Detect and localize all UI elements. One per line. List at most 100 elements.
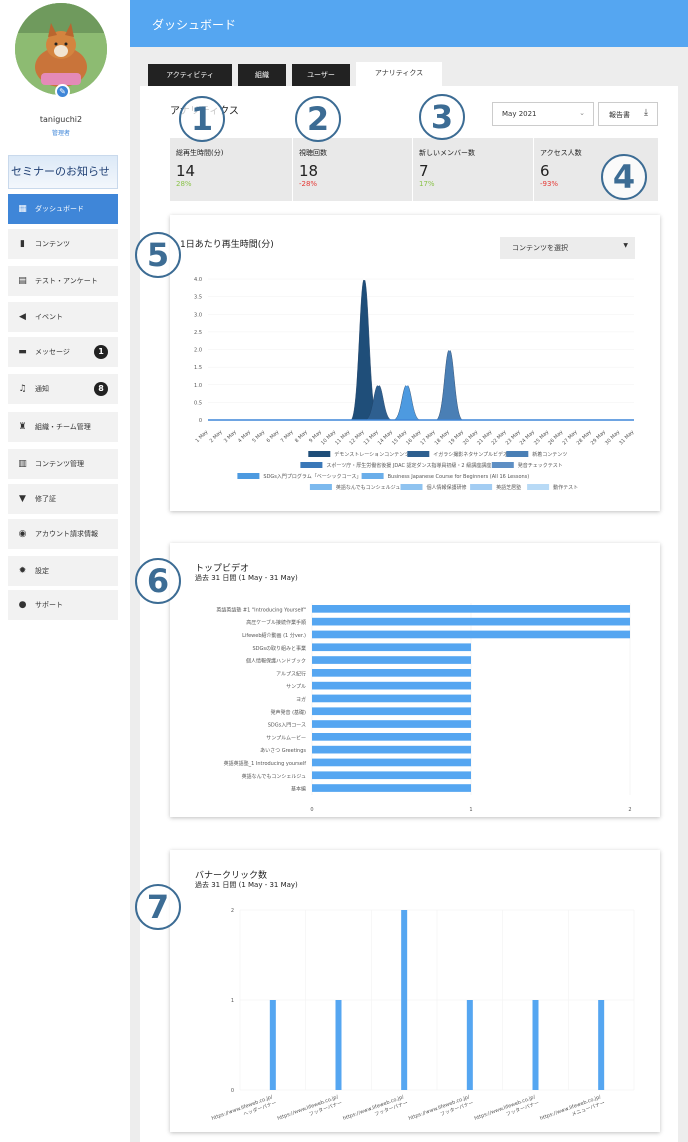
book-icon: ▮	[20, 239, 25, 249]
category-label: アルプス紀行	[276, 670, 306, 677]
sidebar-item-content-management[interactable]: ▥ コンテンツ管理	[8, 449, 118, 479]
legend-label: イガラシ撮影ネタサンプルビデオ	[433, 451, 508, 458]
avatar[interactable]	[15, 3, 107, 95]
annotation-marker: 2	[295, 96, 341, 142]
y-tick-label: 0	[231, 1088, 234, 1094]
megaphone-icon: ◀	[19, 312, 26, 322]
category-label: 英語英語塾 #1 "Introducing Yourself"	[216, 606, 306, 613]
tab-users[interactable]: ユーザー	[292, 64, 350, 86]
category-label: 個人情報保護ハンドブック	[246, 658, 306, 665]
test-icon: ▤	[18, 276, 27, 286]
notification-badge: 1	[94, 345, 108, 359]
sidebar-item-notification[interactable]: ♫ 通知 8	[8, 374, 118, 404]
sidebar-item-label: テスト・アンケート	[35, 277, 98, 285]
tab-organization[interactable]: 組織	[238, 64, 286, 86]
user-name: taniguchi2	[39, 115, 83, 124]
sidebar-item-org-team[interactable]: ♜ 組織・チーム管理	[8, 412, 118, 442]
bar	[312, 720, 471, 728]
people-icon: ♜	[18, 422, 27, 432]
sidebar-item-contents[interactable]: ▮ コンテンツ	[8, 229, 118, 259]
stat-change: 17%	[419, 180, 435, 188]
report-button[interactable]: 報告書 ⤓	[598, 102, 658, 126]
legend-label: 動作テスト	[553, 484, 578, 491]
bar	[312, 733, 471, 741]
sidebar-item-label: 通知	[35, 385, 49, 393]
stat-change: -93%	[540, 180, 559, 188]
category-label: 英語英語塾_1 Introducing yourself	[224, 760, 307, 767]
legend-swatch	[506, 451, 529, 457]
y-tick-label: 2.5	[194, 330, 202, 336]
sidebar-item-settings[interactable]: ✹ 設定	[8, 556, 118, 586]
y-tick-label: 2.0	[194, 348, 202, 354]
stat-label: 総再生時間(分)	[176, 149, 224, 157]
download-icon: ⤓	[644, 108, 648, 118]
stat-value: 14	[176, 162, 196, 180]
sidebar-item-event[interactable]: ◀ イベント	[8, 302, 118, 332]
tab-analytics[interactable]: アナリティクス	[356, 62, 442, 86]
sidebar-item-dashboard[interactable]: ▦ ダッシュボード	[8, 194, 118, 224]
dashboard-icon: ▦	[18, 204, 27, 214]
tab-activity-label: アクティビティ	[166, 71, 214, 79]
bar	[598, 1000, 605, 1090]
tab-users-label: ユーザー	[307, 71, 335, 79]
sidebar-item-support[interactable]: ● サポート	[8, 590, 118, 620]
y-tick-label: 0.5	[194, 400, 202, 406]
bar	[312, 605, 630, 613]
seminar-banner[interactable]: セミナーのお知らせ	[8, 155, 118, 189]
legend-label: 英語芝居塾	[496, 484, 521, 491]
legend-swatch	[237, 473, 260, 479]
x-tick-label: 31 May	[618, 429, 635, 446]
sidebar-item-label: 設定	[35, 567, 49, 575]
y-tick-label: 1.0	[194, 383, 202, 389]
tab-activity[interactable]: アクティビティ	[148, 64, 232, 86]
sidebar-item-billing[interactable]: ◉ アカウント請求情報	[8, 519, 118, 549]
y-tick-label: 3.5	[194, 295, 202, 301]
annotation-marker: 3	[419, 94, 465, 140]
legend-label: SDGs入門プログラム「ベーシックコース」	[263, 473, 361, 480]
legend-label: 個人情報保護研修	[427, 484, 467, 491]
y-tick-label: 2	[231, 908, 234, 914]
sidebar-item-label: メッセージ	[35, 348, 70, 356]
data-point	[377, 383, 380, 386]
category-label: SDGs入門コース	[268, 723, 306, 729]
month-select[interactable]: May 2021 ⌄	[492, 102, 594, 126]
legend-swatch	[470, 484, 493, 490]
bar	[312, 694, 471, 703]
user-role: 管理者	[51, 130, 70, 137]
sidebar-item-label: アカウント請求情報	[35, 530, 98, 538]
category-label: 英語なんでもコンシェルジュ	[242, 773, 306, 780]
month-select-value: May 2021	[502, 110, 537, 118]
y-tick-label: 1.5	[194, 365, 202, 371]
annotation-marker: 5	[135, 232, 181, 278]
legend-label: 英語なんでもコンシェルジュ	[336, 484, 400, 491]
sidebar-item-test-survey[interactable]: ▤ テスト・アンケート	[8, 266, 118, 296]
x-tick-label: 8 May	[294, 429, 309, 444]
category-label: サンプルムービー	[266, 734, 306, 741]
banner-clicks-chart: 012https://www.lifeweb.co.jp/ヘッダーバナー http…	[211, 908, 635, 1122]
daily-watch-time-chart: 0 0.5 1.0 1.5 2.0 2.5 3.0 3.5 4.0 1 May 2 May 3 May…	[194, 277, 635, 491]
x-tick-label: 2 May	[209, 429, 224, 444]
sidebar-item-label: 修了証	[35, 495, 56, 503]
stat-change: 28%	[176, 180, 192, 188]
legend-swatch	[308, 451, 331, 457]
x-tick-label: 1 May	[194, 429, 209, 444]
bar	[312, 707, 471, 716]
stat-change: -28%	[299, 180, 318, 188]
sidebar-item-certificate[interactable]: ▼ 修了証	[8, 484, 118, 514]
legend-label: 新着コンテンツ	[532, 451, 567, 458]
billing-icon: ◉	[18, 529, 27, 539]
seminar-banner-label: セミナーのお知らせ	[11, 165, 110, 178]
bar	[312, 681, 471, 690]
report-button-label: 報告書	[609, 111, 630, 119]
legend-swatch	[527, 484, 550, 490]
legend-swatch	[407, 451, 430, 457]
sidebar-item-label: 組織・チーム管理	[35, 423, 91, 431]
sidebar-item-message[interactable]: ▬ メッセージ 1	[8, 337, 118, 367]
message-icon: ▬	[18, 347, 27, 357]
legend-swatch	[491, 462, 514, 468]
notification-badge: 8	[94, 382, 108, 396]
edit-avatar-icon[interactable]: ✎	[55, 84, 70, 99]
x-tick-label: 5 May	[251, 429, 266, 444]
sidebar-item-label: コンテンツ管理	[35, 460, 84, 468]
bar	[312, 656, 471, 664]
